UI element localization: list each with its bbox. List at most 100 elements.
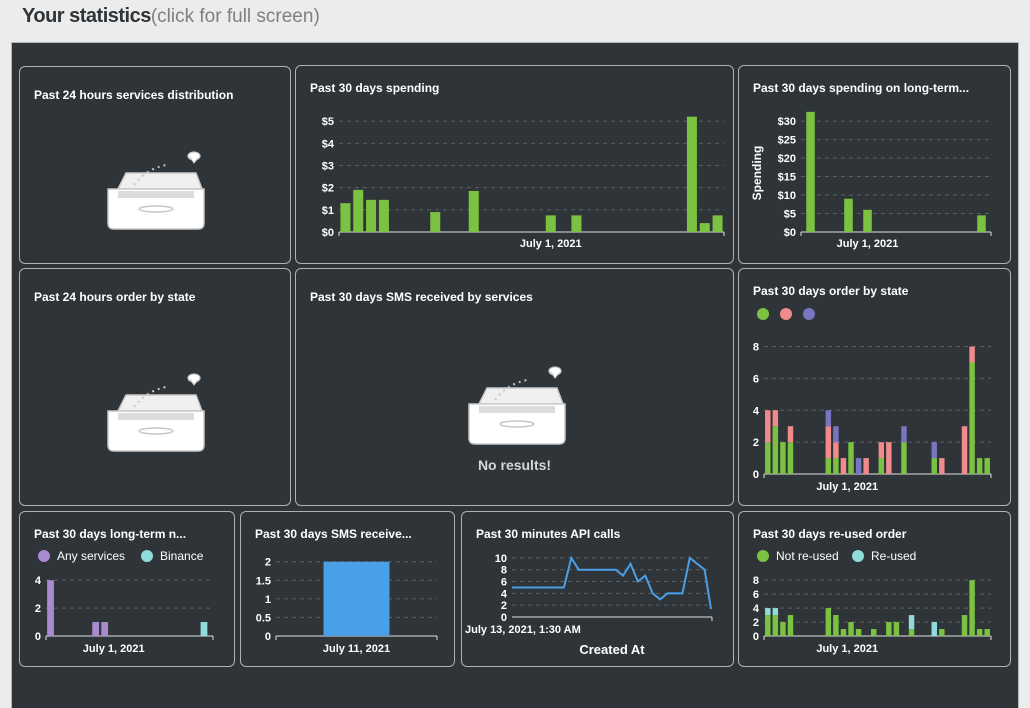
x-tick-label: July 1, 2021 (520, 238, 582, 250)
reused-bar-segment (765, 615, 771, 636)
y-tick-label: 0 (753, 469, 759, 481)
reused-bar-segment (840, 629, 847, 636)
order-state-chart: 0 2 4 6 8 July 1, 2021 (753, 308, 992, 493)
reused-bar-segment (855, 629, 862, 636)
reused-bar-segment (908, 615, 915, 630)
y-tick-label: 6 (501, 577, 507, 589)
order-state-24h-panel[interactable]: Past 24 hours order by state (19, 268, 291, 506)
spending-bar (430, 212, 441, 232)
spending-bar (806, 111, 815, 232)
state-bar-segment (878, 442, 885, 459)
y-tick-label: $5 (322, 116, 334, 128)
y-tick-label: 0 (753, 631, 759, 643)
y-tick-label: 8 (753, 342, 759, 354)
longterm-spending-chart: $0 $5 $10 $15 $20 $25 $30 July 1, 2021 Spending (750, 111, 992, 250)
dashboard: Past 24 hours services distribution Past… (11, 42, 1019, 708)
reused-order-panel[interactable]: Past 30 days re-used order Not re-used Re… (738, 511, 1011, 667)
no-results-text: No results! (477, 457, 552, 473)
y-tick-label: 8 (501, 565, 507, 577)
y-tick-label: $30 (778, 116, 796, 128)
spending-bar (353, 189, 364, 232)
state-bar-segment (939, 458, 945, 474)
legend-swatch (757, 308, 769, 320)
state-bar-segment (833, 458, 839, 474)
reused-bar-segment (765, 608, 771, 616)
reused-bar-segment (939, 629, 945, 636)
state-bar-segment (855, 458, 862, 474)
x-tick-label: July 11, 2021 (323, 643, 390, 655)
reused-bar-segment (780, 622, 786, 636)
y-axis-label: Spending (750, 146, 764, 201)
spending-bar (571, 215, 582, 232)
state-bar-segment (825, 458, 832, 474)
spending-bar (686, 116, 697, 232)
y-tick-label: $3 (322, 160, 334, 172)
spending-panel[interactable]: Past 30 days spending $0 $1 $2 $3 $4 $5 July 1… (295, 65, 734, 264)
y-tick-label: 2 (35, 603, 41, 615)
legend-swatch (38, 550, 50, 562)
spending-bar (366, 199, 377, 232)
reused-bar-segment (976, 629, 983, 636)
y-tick-label: 1 (265, 594, 271, 606)
api-calls-line (512, 555, 712, 610)
y-tick-label: 8 (753, 575, 759, 587)
services-distribution-panel[interactable]: Past 24 hours services distribution (19, 66, 291, 264)
y-tick-label: $4 (322, 138, 335, 150)
longterm-numbers-chart: Any services Binance 0 2 4 July 1, 2021 (35, 549, 214, 655)
sms-received-panel[interactable]: Past 30 days SMS receive... 0 0.5 1 1.5 2 Jul… (240, 511, 455, 667)
spending-bar (699, 223, 710, 232)
state-bar-segment (772, 426, 779, 474)
state-bar-segment (787, 442, 794, 474)
y-tick-label: $2 (322, 183, 334, 195)
state-bar-segment (901, 442, 907, 474)
reused-order-chart: Not re-used Re-used 0 2 4 6 8 July 1, 2021 (753, 549, 992, 655)
x-axis-label: Created At (579, 642, 645, 657)
state-bar-segment (961, 426, 968, 474)
longterm-spending-panel[interactable]: Past 30 days spending on long-term... $0… (738, 65, 1011, 264)
legend-label: Any services (57, 549, 125, 563)
state-bar-segment (901, 426, 907, 443)
api-calls-panel[interactable]: Past 30 minutes API calls 0 2 4 6 8 10 July 13… (461, 511, 734, 667)
reused-bar-segment (961, 615, 968, 636)
state-bar-segment (840, 458, 847, 474)
state-bar-segment (969, 346, 975, 363)
reused-bar-segment (908, 629, 915, 636)
spending-bar (545, 215, 556, 232)
sms-services-panel[interactable]: Past 30 days SMS received by services No… (295, 268, 734, 506)
y-tick-label: 0 (35, 631, 41, 643)
longterm-numbers-panel[interactable]: Past 30 days long-term n... Any services… (19, 511, 235, 667)
y-tick-label: 4 (753, 405, 760, 417)
reused-bar-segment (772, 608, 779, 616)
sms-received-chart: 0 0.5 1 1.5 2 July 11, 2021 (256, 557, 438, 655)
longterm-bar (92, 622, 100, 636)
reused-bar-segment (848, 622, 854, 636)
x-tick-label: July 1, 2021 (83, 643, 145, 655)
spending-bar (863, 209, 872, 232)
sms-bar (323, 561, 390, 636)
state-bar-segment (878, 458, 885, 474)
state-bar-segment (984, 458, 990, 474)
state-bar-segment (976, 458, 983, 474)
state-bar-segment (787, 426, 794, 443)
reused-bar-segment (984, 629, 990, 636)
state-bar-segment (886, 442, 892, 474)
state-bar-segment (765, 410, 771, 443)
y-tick-label: 0.5 (256, 612, 271, 624)
x-tick-label: July 1, 2021 (816, 643, 878, 655)
state-bar-segment (931, 458, 937, 474)
reused-bar-segment (772, 615, 779, 636)
y-tick-label: $20 (778, 153, 796, 165)
spending-bar (340, 203, 351, 232)
legend-label: Not re-used (776, 549, 839, 563)
empty-box-icon (468, 366, 566, 445)
order-state-panel[interactable]: Past 30 days order by state 0 2 4 6 8 July 1,… (738, 268, 1011, 506)
legend-swatch (757, 550, 769, 562)
state-bar-segment (833, 442, 839, 459)
y-tick-label: 4 (501, 588, 508, 600)
api-calls-chart: 0246810 July 13, 2021, 1:30 AM Created At (465, 553, 713, 657)
longterm-bar (101, 622, 109, 636)
full-screen-link[interactable]: (click for full screen) (151, 6, 320, 27)
y-tick-label: 10 (495, 553, 507, 565)
page-header: Your statistics(click for full screen) (22, 3, 320, 29)
empty-box-icon (107, 151, 205, 230)
